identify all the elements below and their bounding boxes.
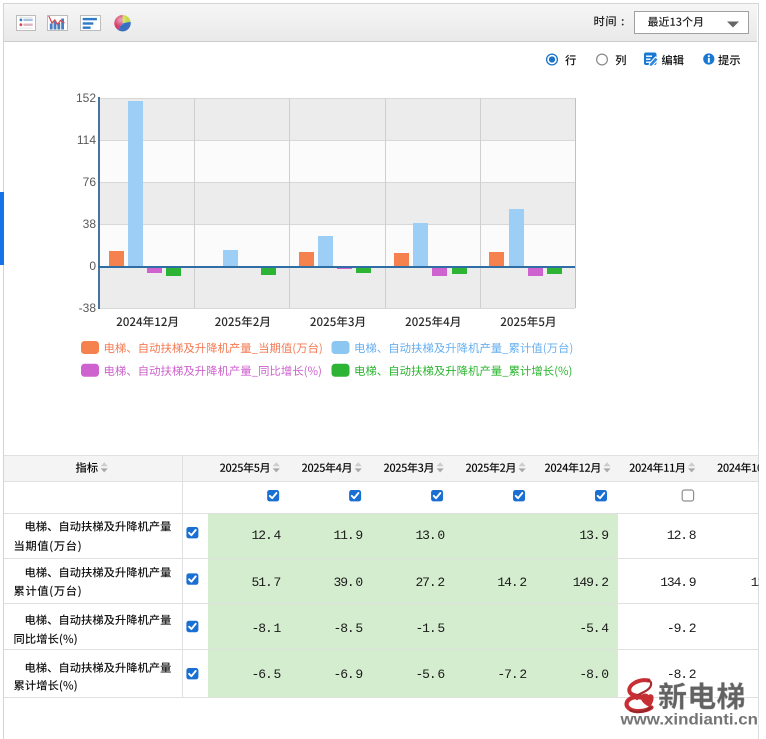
svg-text:www.xindianti.cn: www.xindianti.cn <box>619 712 758 729</box>
